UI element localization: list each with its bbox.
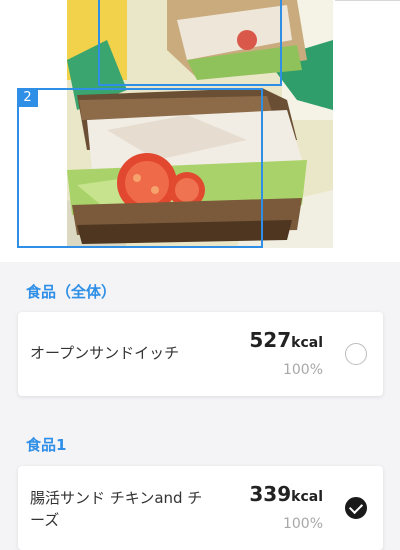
kcal-number: 339	[249, 482, 292, 506]
section-title-total: 食品（全体）	[26, 283, 117, 301]
food-name: 腸活サンド チキンand チーズ	[30, 489, 203, 529]
detection-box-badge: 2	[17, 88, 38, 107]
food-card-total[interactable]: オープンサンドイッチ 527kcal 100%	[18, 312, 383, 396]
food-card-item1[interactable]: 腸活サンド チキンand チーズ 339kcal 100%	[18, 466, 383, 550]
divider	[335, 0, 400, 1]
section-title-item1: 食品1	[26, 436, 67, 454]
food-name: オープンサンドイッチ	[30, 344, 180, 362]
detection-box-2[interactable]: 2	[17, 88, 263, 248]
selected-check-icon[interactable]	[345, 497, 367, 519]
kcal-unit: kcal	[291, 489, 323, 505]
kcal-unit: kcal	[291, 335, 323, 351]
select-radio-button[interactable]	[345, 343, 367, 365]
calorie-value: 339kcal	[249, 482, 323, 506]
calorie-value: 527kcal	[249, 328, 323, 352]
portion-percent: 100%	[282, 362, 323, 378]
food-photo-area: 2	[0, 0, 400, 262]
detection-box-1[interactable]	[98, 0, 282, 86]
portion-percent: 100%	[282, 516, 323, 532]
kcal-number: 527	[249, 328, 292, 352]
